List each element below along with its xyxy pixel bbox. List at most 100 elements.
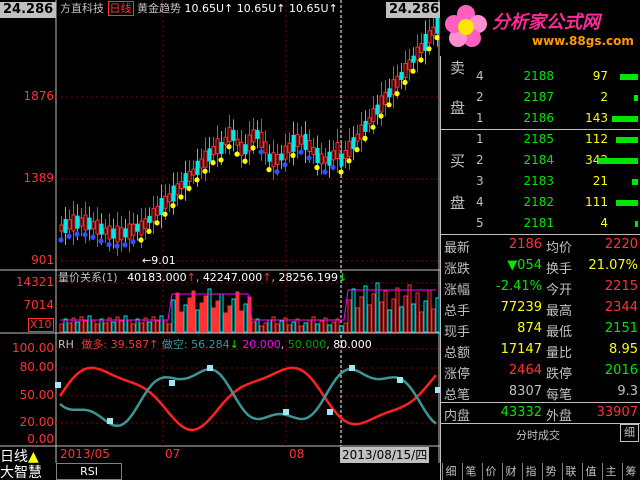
volume-bar xyxy=(79,316,84,333)
sell-row-4[interactable]: 4 2188 97 xyxy=(442,66,640,87)
buy-row-3[interactable]: 3 2183 21 xyxy=(442,171,640,192)
volume-bar xyxy=(159,315,164,333)
candle-body xyxy=(383,91,388,105)
tab-detail[interactable]: 细 xyxy=(442,463,459,480)
buy-row-5[interactable]: 5 2181 4 xyxy=(442,213,640,234)
stat-row-change: 涨跌 ▼054 换手 21.07% xyxy=(442,256,640,277)
volume-bar xyxy=(187,297,192,333)
buy-row-1[interactable]: 1 2185 112 xyxy=(442,129,640,150)
buy-level: 5 xyxy=(476,216,484,230)
rsi-axis-20: 20.00 xyxy=(19,415,54,429)
volume-bar xyxy=(135,318,140,333)
tab-label: 主 xyxy=(605,465,617,478)
rsi-title: RH 做多: 39.587↑ 做空: 56.284↓ 20.000, 50.00… xyxy=(58,338,372,351)
candle-body xyxy=(295,134,300,148)
candle-body xyxy=(267,153,272,162)
trend-dot xyxy=(266,167,272,173)
trend-dot xyxy=(378,113,384,119)
stat-value: -2.41% xyxy=(496,279,542,294)
candle-body xyxy=(99,223,104,235)
volume-bar xyxy=(179,311,184,333)
volume-bar xyxy=(243,303,248,333)
candle-body xyxy=(283,145,288,160)
candle-body xyxy=(387,88,392,98)
trend-dot xyxy=(234,151,240,157)
candle-body xyxy=(311,146,316,155)
volume-bar xyxy=(271,316,276,333)
date-label-1: 2013/05 xyxy=(60,447,110,461)
volume-bar xyxy=(251,321,256,333)
tab-index[interactable]: 指 xyxy=(522,463,539,480)
trend-dot xyxy=(178,194,184,200)
volume-bar xyxy=(275,323,280,333)
tab-chips[interactable]: 筹 xyxy=(622,463,639,480)
period-label: 日线 xyxy=(107,1,134,16)
tab-label: 联 xyxy=(565,465,577,478)
tab-label: 指 xyxy=(525,465,537,478)
time-share-detail-button[interactable]: 细 xyxy=(620,424,639,442)
volume-bar xyxy=(131,323,136,333)
volume-bar xyxy=(119,320,124,333)
candle-body xyxy=(327,151,332,166)
trend-dot xyxy=(250,145,256,151)
tab-linked[interactable]: 联 xyxy=(562,463,579,480)
buy-volume: 21 xyxy=(592,174,608,188)
tab-trend[interactable]: 势 xyxy=(542,463,559,480)
trend-dot xyxy=(346,158,352,164)
volume-bar xyxy=(231,298,236,333)
rsi-marker xyxy=(107,418,113,424)
date-label-2: 07 xyxy=(165,447,181,461)
stat-value: 43332 xyxy=(500,405,542,420)
volume-bar xyxy=(111,321,116,333)
candle-body xyxy=(187,170,192,182)
indicator-tab-rsi[interactable]: RSI xyxy=(56,463,122,480)
indicator-tab-label: RSI xyxy=(80,465,98,478)
rsi-marker xyxy=(207,365,213,371)
volume-bar xyxy=(123,315,128,333)
sell-row-2[interactable]: 2 2187 2 xyxy=(442,87,640,108)
trend-dot xyxy=(298,149,304,155)
trend-dot xyxy=(58,237,64,243)
buy-row-4[interactable]: 4 2182 111 xyxy=(442,192,640,213)
tab-price[interactable]: 价 xyxy=(482,463,499,480)
tab-trades[interactable]: 笔 xyxy=(462,463,479,480)
candle-body xyxy=(191,168,196,176)
rsi-short-label: 做空: xyxy=(161,338,188,351)
chart-area[interactable]: 1876 1389 901 24.286 方直科技 日线 黄金趋势 10.65U… xyxy=(0,0,443,463)
company-label: 大智慧 xyxy=(0,465,42,480)
trend-dot xyxy=(386,102,392,108)
candle-body xyxy=(135,223,140,232)
stat-label: 最低 xyxy=(546,325,573,340)
volume-bar xyxy=(331,321,336,333)
volume-bar xyxy=(171,299,176,333)
volume-bar xyxy=(431,308,436,333)
volume-bar xyxy=(263,322,268,333)
trend-dot xyxy=(210,160,216,166)
candle-body xyxy=(407,59,412,71)
time-share-detail-label: 细 xyxy=(624,426,635,439)
candle-body xyxy=(63,219,68,234)
volume-bar xyxy=(407,284,412,333)
candle-body xyxy=(159,198,164,215)
flower-logo-icon xyxy=(444,4,488,48)
volume-bar xyxy=(139,322,144,333)
stat-value: 2464 xyxy=(508,363,542,378)
tab-main[interactable]: 主 xyxy=(602,463,619,480)
rsi-value-4: 50.000 xyxy=(287,338,327,351)
tab-label: 财 xyxy=(505,465,517,478)
sell-row-1[interactable]: 1 2186 143 xyxy=(442,108,640,129)
stat-label: 涨幅 xyxy=(444,283,471,298)
tab-value[interactable]: 值 xyxy=(582,463,599,480)
volume-bar xyxy=(391,298,396,333)
tab-finance[interactable]: 财 xyxy=(502,463,519,480)
stat-label: 总额 xyxy=(444,346,471,361)
candle-body xyxy=(315,148,320,164)
buy-row-2[interactable]: 2 2184 342 xyxy=(442,150,640,171)
stat-row-current: 现手 874 最低 2151 xyxy=(442,319,640,340)
buy-price: 2181 xyxy=(523,216,554,230)
stat-value: 2151 xyxy=(604,321,638,336)
buy-price: 2182 xyxy=(523,195,554,209)
stat-label: 外盘 xyxy=(546,409,573,424)
volume-bar xyxy=(199,302,204,333)
volume-bars xyxy=(59,282,440,333)
